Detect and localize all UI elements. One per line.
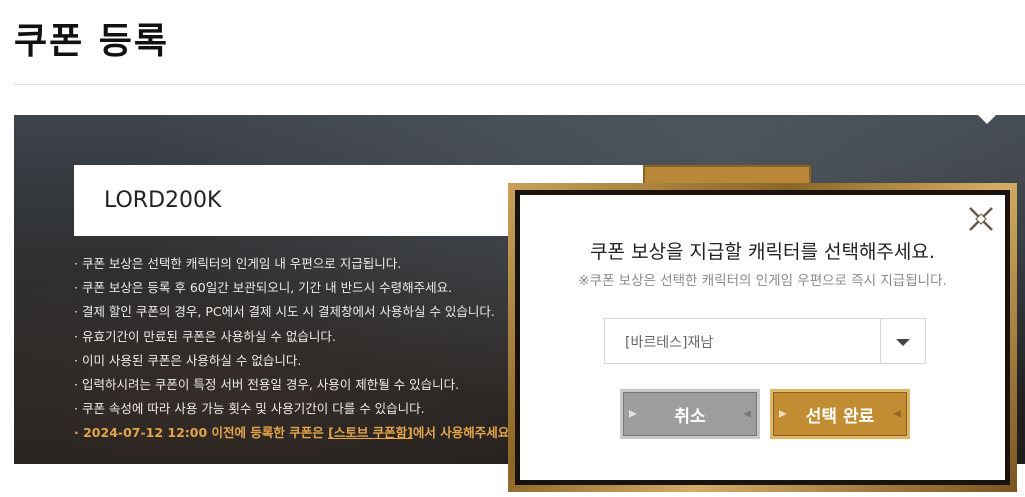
modal-border: 쿠폰 보상을 지급할 캐릭터를 선택해주세요. ※쿠폰 보상은 선택한 캐릭터의…: [515, 190, 1010, 485]
close-icon[interactable]: [967, 205, 995, 233]
notice-prefix: · 2024-07-12 12:00 이전에 등록한 쿠폰은: [74, 425, 329, 441]
note-item: · 쿠폰 속성에 따라 사용 가능 횟수 및 사용기간이 다를 수 있습니다.: [74, 401, 425, 417]
character-select[interactable]: [바르테스]재남: [604, 318, 926, 364]
arrow-left-icon: ◀: [893, 408, 901, 420]
note-item: · 입력하시려는 쿠폰이 특정 서버 전용일 경우, 사용이 제한될 수 있습니…: [74, 377, 460, 393]
modal-subtitle: ※쿠폰 보상은 선택한 캐릭터의 인게임 우편으로 즉시 지급됩니다.: [578, 273, 947, 289]
page-title: 쿠폰 등록: [14, 21, 170, 62]
note-item: · 쿠폰 보상은 선택한 캐릭터의 인게임 내 우편으로 지급됩니다.: [74, 256, 402, 271]
notice-item: · 2024-07-12 12:00 이전에 등록한 쿠폰은 [스토브 쿠폰함]…: [74, 421, 534, 445]
character-select-value: [바르테스]재남: [625, 335, 714, 351]
note-item: · 이미 사용된 쿠폰은 사용하실 수 없습니다.: [74, 352, 302, 368]
stove-coupon-box-link[interactable]: [스토브 쿠폰함]: [328, 425, 413, 440]
arrow-right-icon: ▶: [629, 408, 637, 420]
modal-body: 쿠폰 보상을 지급할 캐릭터를 선택해주세요. ※쿠폰 보상은 선택한 캐릭터의…: [520, 195, 1005, 480]
note-item: · 쿠폰 보상은 등록 후 60일간 보관되오니, 기간 내 반드시 수령해주세…: [74, 280, 453, 296]
note-item: · 유효기간이 만료된 쿠폰은 사용하실 수 없습니다.: [74, 328, 336, 344]
character-select-modal: 쿠폰 보상을 지급할 캐릭터를 선택해주세요. ※쿠폰 보상은 선택한 캐릭터의…: [508, 183, 1017, 492]
arrow-right-icon: ▶: [779, 408, 787, 420]
modal-title: 쿠폰 보상을 지급할 캐릭터를 선택해주세요.: [590, 241, 935, 263]
confirm-button-label: 선택 완료: [805, 406, 875, 427]
notice-suffix: 에서 사용해주세요.: [412, 425, 514, 441]
cancel-button[interactable]: ▶ 취소 ◀: [620, 389, 760, 439]
cancel-button-label: 취소: [674, 406, 706, 427]
confirm-button[interactable]: ▶ 선택 완료 ◀: [770, 389, 910, 439]
select-divider: [880, 319, 881, 363]
title-divider: [14, 84, 1025, 85]
banner-notch: [978, 115, 996, 124]
coupon-notes: · 쿠폰 보상은 선택한 캐릭터의 인게임 내 우편으로 지급됩니다. · 쿠폰…: [74, 252, 534, 446]
note-item: · 결제 할인 쿠폰의 경우, PC에서 결제 시도 시 결제창에서 사용하실 …: [74, 304, 495, 320]
chevron-down-icon: [896, 339, 910, 346]
arrow-left-icon: ◀: [743, 408, 751, 420]
